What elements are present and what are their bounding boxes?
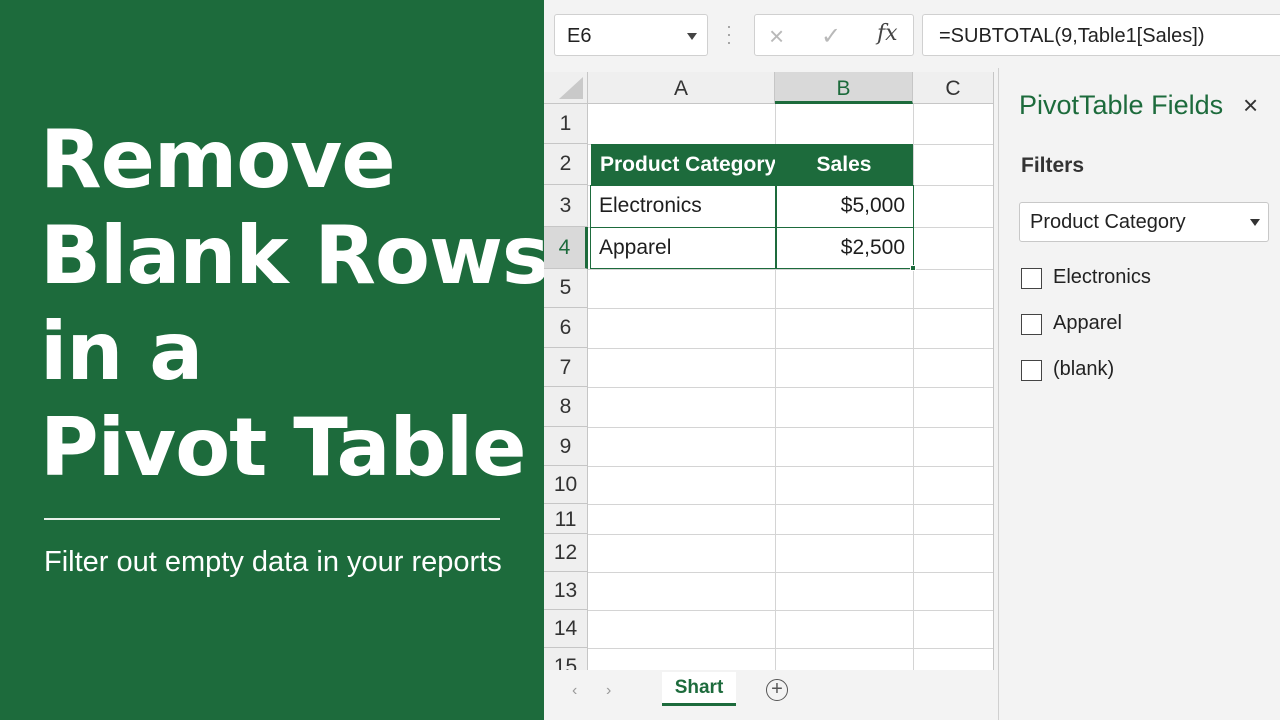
row-header[interactable]: 11 <box>544 504 588 534</box>
worksheet-grid[interactable]: A B C 1 2 3 4 5 6 7 8 9 10 11 12 13 14 1… <box>544 72 994 670</box>
row-header[interactable]: 8 <box>544 387 588 427</box>
row-header[interactable]: 9 <box>544 427 588 466</box>
formula-input[interactable]: =SUBTOTAL(9,Table1[Sales]) <box>922 14 1280 56</box>
gridline <box>588 269 993 270</box>
row-header[interactable]: 4 <box>544 227 588 269</box>
sheet-tab-active[interactable]: Shart <box>662 672 736 706</box>
formula-actions: × ✓ fx <box>754 14 914 56</box>
row-header[interactable]: 1 <box>544 104 588 144</box>
filter-item-label: Apparel <box>1053 312 1122 334</box>
close-icon[interactable]: × <box>1243 90 1258 121</box>
hero-title-line: Pivot Table <box>40 401 526 494</box>
fill-handle[interactable] <box>910 265 916 271</box>
formula-bar: E6 · · · × ✓ fx =SUBTOTAL(9,Table1[Sales]) <box>544 0 1280 68</box>
column-header-b[interactable]: B <box>775 72 913 104</box>
more-options-icon[interactable]: · · · <box>726 17 732 51</box>
table-divider <box>775 185 777 269</box>
check-icon[interactable]: ✓ <box>821 22 841 51</box>
column-header-a[interactable]: A <box>588 72 775 104</box>
sheet-tabs-bar: ‹ › Shart + <box>544 670 994 720</box>
chevron-left-icon[interactable]: ‹ <box>572 682 577 700</box>
gridline <box>588 387 993 388</box>
add-sheet-icon[interactable]: + <box>766 679 788 701</box>
chevron-down-icon[interactable] <box>1250 219 1260 226</box>
gridline <box>588 466 993 467</box>
chevron-down-icon[interactable] <box>687 33 697 40</box>
row-header[interactable]: 12 <box>544 534 588 572</box>
gridline <box>588 610 993 611</box>
name-box-value: E6 <box>567 25 592 47</box>
filter-item-label: (blank) <box>1053 358 1115 380</box>
filter-field-select[interactable]: Product Category <box>1019 202 1269 242</box>
hero-divider <box>44 518 500 520</box>
chevron-right-icon[interactable]: › <box>606 682 611 700</box>
insert-function-icon[interactable]: fx <box>877 21 898 46</box>
pivot-fields-panel: PivotTable Fields × Filters Product Cate… <box>998 68 1280 720</box>
gridline <box>588 504 993 505</box>
filter-item-label: Electronics <box>1053 266 1151 288</box>
select-all-triangle-icon <box>559 77 583 99</box>
row-header[interactable]: 5 <box>544 269 588 308</box>
select-all-button[interactable] <box>544 72 588 104</box>
table-row <box>590 185 914 228</box>
column-header-c[interactable]: C <box>913 72 993 104</box>
row-header[interactable]: 13 <box>544 572 588 610</box>
hero-panel: Remove Blank Rows in a Pivot Table Filte… <box>0 0 549 720</box>
table-header-sales[interactable]: Sales <box>775 144 913 185</box>
cancel-icon[interactable]: × <box>769 21 784 52</box>
gridline <box>588 308 993 309</box>
table-header-product-category[interactable]: Product Category <box>591 144 776 185</box>
hero-subtitle: Filter out empty data in your reports <box>44 546 502 578</box>
gridline <box>588 348 993 349</box>
pivot-panel-title: PivotTable Fields <box>1019 90 1224 120</box>
row-header[interactable]: 14 <box>544 610 588 648</box>
row-header[interactable]: 2 <box>544 144 588 185</box>
name-box[interactable]: E6 <box>554 14 708 56</box>
filters-label: Filters <box>1021 154 1085 177</box>
gridline <box>588 648 993 649</box>
row-header[interactable]: 15 <box>544 648 588 670</box>
row-header[interactable]: 3 <box>544 185 588 227</box>
row-header[interactable]: 6 <box>544 308 588 348</box>
gridline <box>588 572 993 573</box>
checkbox[interactable] <box>1021 268 1042 289</box>
checkbox[interactable] <box>1021 314 1042 335</box>
hero-title-line: Blank Rows <box>40 209 549 302</box>
checkbox[interactable] <box>1021 360 1042 381</box>
hero-title: Remove Blank Rows in a Pivot Table <box>40 112 549 496</box>
row-header[interactable]: 7 <box>544 348 588 387</box>
hero-title-line: in a <box>40 305 203 398</box>
gridline <box>588 534 993 535</box>
hero-title-line: Remove <box>40 113 396 206</box>
spreadsheet-app: E6 · · · × ✓ fx =SUBTOTAL(9,Table1[Sales])… <box>544 0 1280 720</box>
row-header[interactable]: 10 <box>544 466 588 504</box>
filter-field-value: Product Category <box>1030 211 1186 233</box>
gridline <box>588 427 993 428</box>
table-row <box>590 227 914 269</box>
